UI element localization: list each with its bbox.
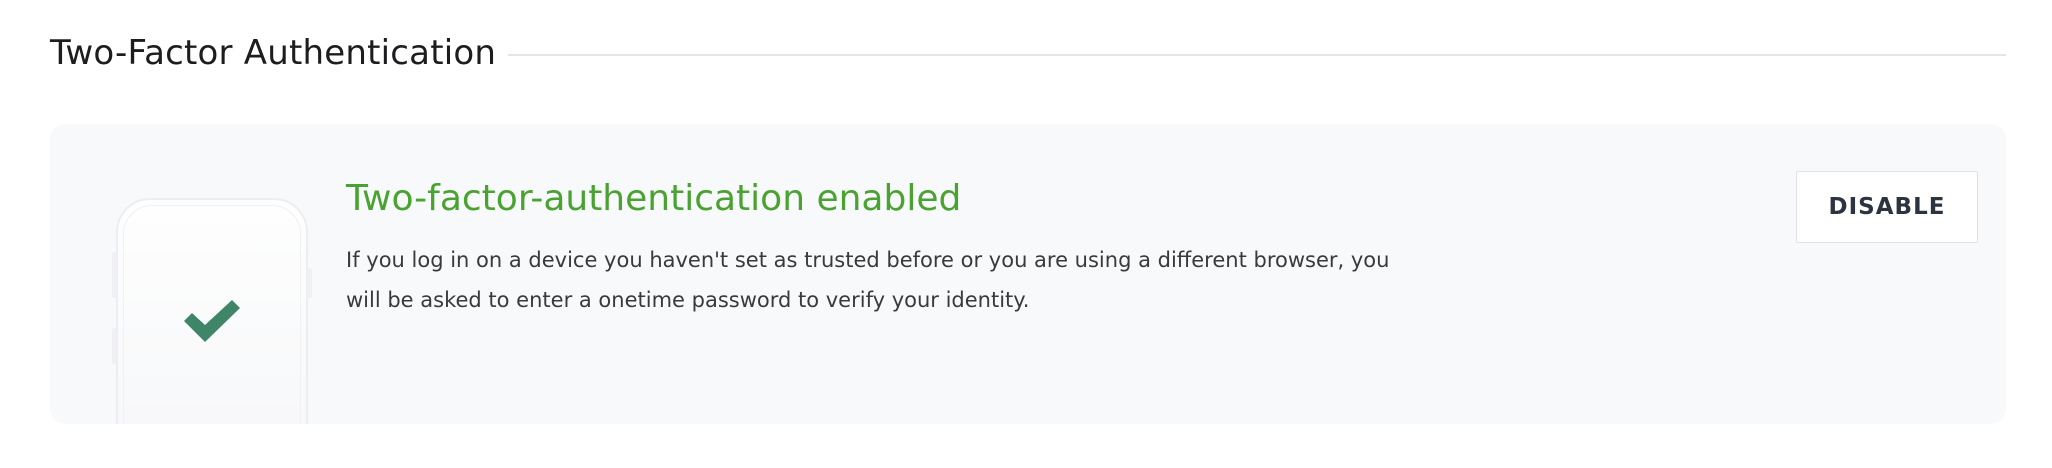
status-description: If you log in on a device you haven't se… <box>346 248 1390 312</box>
status-content: Two-factor-authentication enabled If you… <box>346 174 1406 320</box>
disable-button[interactable]: DISABLE <box>1796 171 1978 243</box>
phone-icon <box>112 198 312 424</box>
check-icon <box>184 300 240 342</box>
status-title: Two-factor-authentication enabled <box>346 178 962 219</box>
two-factor-card: Two-factor-authentication enabled If you… <box>50 124 2006 424</box>
phone-side-button <box>112 328 117 364</box>
section-header: Two-Factor Authentication <box>50 28 2006 78</box>
section-title: Two-Factor Authentication <box>50 33 497 73</box>
phone-side-button <box>112 252 117 298</box>
section-divider <box>508 54 2006 56</box>
phone-side-button <box>307 268 312 298</box>
